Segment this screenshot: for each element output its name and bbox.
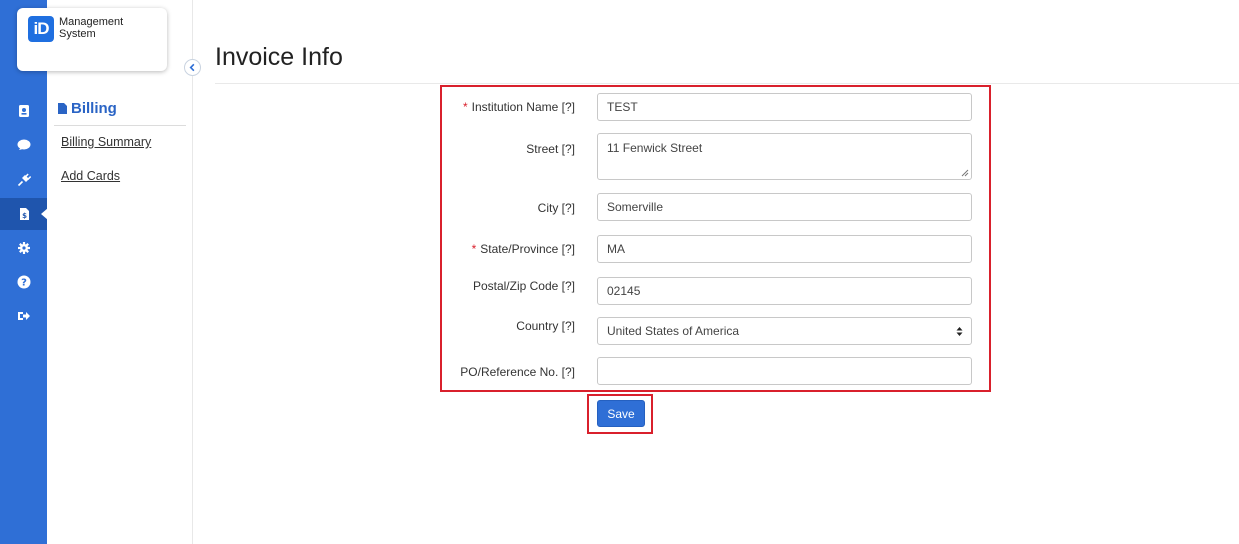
po-reference-label-text[interactable]: PO/Reference No. [?] xyxy=(460,365,575,379)
postal-code-value: 02145 xyxy=(607,284,641,298)
state-province-label: * State/Province [?] xyxy=(472,242,575,256)
postal-code-field[interactable]: 02145 xyxy=(597,277,972,305)
institution-name-field[interactable]: TEST xyxy=(597,93,972,121)
street-label-text[interactable]: Street [?] xyxy=(526,142,575,156)
billing-heading-label: Billing xyxy=(71,100,117,117)
required-marker: * xyxy=(471,242,477,256)
country-select[interactable]: United States of America xyxy=(597,317,972,345)
divider xyxy=(54,125,186,126)
street-value: 11 Fenwick Street xyxy=(607,141,703,155)
resize-grip-icon[interactable] xyxy=(961,169,969,177)
sign-out-icon[interactable] xyxy=(0,300,47,332)
required-marker: * xyxy=(462,100,468,114)
institution-name-value: TEST xyxy=(607,100,638,114)
help-icon[interactable]: ? xyxy=(0,266,47,298)
chevron-left-icon xyxy=(189,63,195,72)
postal-code-label-text[interactable]: Postal/Zip Code [?] xyxy=(473,279,575,293)
billing-heading: Billing xyxy=(58,100,117,117)
institution-name-label-text[interactable]: Institution Name [?] xyxy=(472,100,575,114)
po-reference-field[interactable] xyxy=(597,357,972,385)
page-title: Invoice Info xyxy=(215,43,343,71)
postal-code-label: Postal/Zip Code [?] xyxy=(473,279,575,293)
gear-icon[interactable] xyxy=(0,232,47,264)
street-label: Street [?] xyxy=(526,142,575,156)
po-reference-label: PO/Reference No. [?] xyxy=(460,365,575,379)
institution-name-label: * Institution Name [?] xyxy=(463,100,575,114)
city-value: Somerville xyxy=(607,200,664,214)
add-cards-link[interactable]: Add Cards xyxy=(61,169,120,183)
collapse-sidebar-button[interactable] xyxy=(184,59,201,76)
secondary-nav xyxy=(47,0,193,544)
street-textarea[interactable]: 11 Fenwick Street xyxy=(597,133,972,180)
svg-text:?: ? xyxy=(21,278,27,289)
chat-bubble-icon[interactable] xyxy=(0,129,47,161)
state-province-value: MA xyxy=(607,242,625,256)
invoice-icon xyxy=(58,103,67,114)
divider xyxy=(215,83,1239,84)
city-field[interactable]: Somerville xyxy=(597,193,972,221)
plug-icon[interactable] xyxy=(0,164,47,196)
country-label-text[interactable]: Country [?] xyxy=(516,319,575,333)
save-button[interactable]: Save xyxy=(597,400,645,427)
invoice-icon[interactable]: $ xyxy=(0,198,48,230)
country-value: United States of America xyxy=(607,324,740,338)
city-label-text[interactable]: City [?] xyxy=(538,201,575,215)
city-label: City [?] xyxy=(538,201,575,215)
select-arrows-icon xyxy=(956,327,963,336)
state-province-field[interactable]: MA xyxy=(597,235,972,263)
contact-card-icon[interactable] xyxy=(0,95,47,127)
svg-text:$: $ xyxy=(22,212,27,220)
country-label: Country [?] xyxy=(516,319,575,333)
state-province-label-text[interactable]: State/Province [?] xyxy=(480,242,575,256)
billing-summary-link[interactable]: Billing Summary xyxy=(61,135,151,149)
icon-rail: $ ? xyxy=(0,0,48,544)
